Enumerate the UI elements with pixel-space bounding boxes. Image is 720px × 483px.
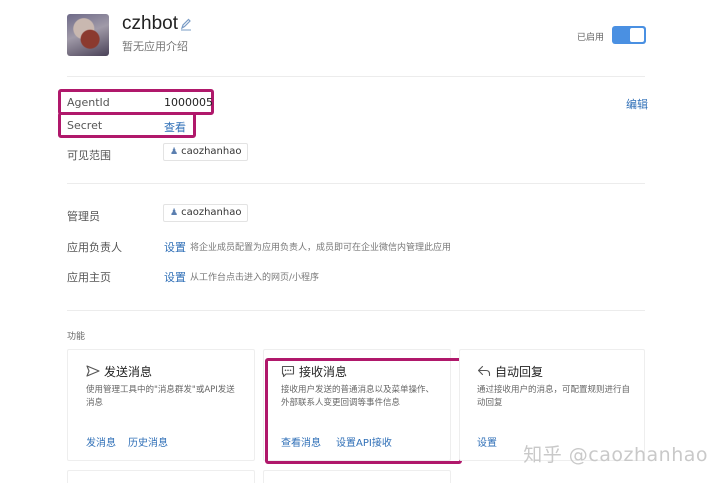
divider (67, 183, 645, 184)
toggle-knob (630, 28, 644, 42)
edit-link[interactable]: 编辑 (626, 96, 648, 112)
owner-set-link[interactable]: 设置 (164, 239, 186, 255)
auto-reply-title: 自动回复 (495, 365, 544, 379)
homepage-label: 应用主页 (67, 271, 111, 284)
admin-label: 管理员 (67, 210, 100, 223)
auto-reply-desc-1: 通过接收用户的消息，可配置规则进行自 (477, 385, 631, 395)
person-icon: ♟ (170, 147, 179, 157)
owner-label: 应用负责人 (67, 241, 122, 254)
scope-member-name: caozhanhao (181, 146, 242, 157)
agentid-label: AgentId (67, 96, 110, 109)
owner-hint: 将企业成员配置为应用负责人，成员即可在企业微信内管理此应用 (190, 243, 452, 253)
admin-member-chip[interactable]: ♟ caozhanhao (163, 204, 249, 222)
receive-message-highlight (265, 358, 462, 464)
divider (67, 310, 645, 311)
secret-label: Secret (67, 119, 103, 132)
feature-card (67, 470, 255, 483)
agentid-value: 1000005 (164, 96, 213, 109)
edit-pencil-icon[interactable] (180, 17, 192, 31)
admin-member-name: caozhanhao (181, 207, 242, 218)
send-message-desc-2: 消息 (86, 398, 104, 408)
status-label: 已启用 (577, 33, 605, 43)
send-icon (86, 365, 100, 377)
app-description: 暂无应用介绍 (122, 40, 188, 53)
reply-icon (477, 365, 491, 377)
secret-view-link[interactable]: 查看 (164, 119, 186, 135)
history-message-link[interactable]: 历史消息 (128, 434, 168, 449)
scope-member-chip[interactable]: ♟ caozhanhao (163, 143, 249, 161)
person-icon: ♟ (170, 208, 179, 218)
app-avatar (67, 14, 109, 56)
divider (67, 76, 645, 77)
send-message-link[interactable]: 发消息 (86, 434, 116, 449)
features-title: 功能 (67, 332, 86, 342)
auto-reply-set-link[interactable]: 设置 (477, 434, 497, 449)
send-message-desc-1: 使用管理工具中的"消息群发"或API发送 (86, 385, 235, 395)
feature-card (263, 470, 451, 483)
homepage-hint: 从工作台点击进入的网页/小程序 (190, 273, 320, 283)
send-message-title: 发送消息 (104, 365, 153, 379)
scope-label: 可见范围 (67, 149, 111, 162)
auto-reply-desc-2: 动回复 (477, 398, 503, 408)
app-name: czhbot (122, 13, 178, 34)
watermark: 知乎 @caozhanhao (523, 444, 708, 466)
enable-toggle[interactable] (612, 26, 646, 44)
homepage-set-link[interactable]: 设置 (164, 269, 186, 285)
